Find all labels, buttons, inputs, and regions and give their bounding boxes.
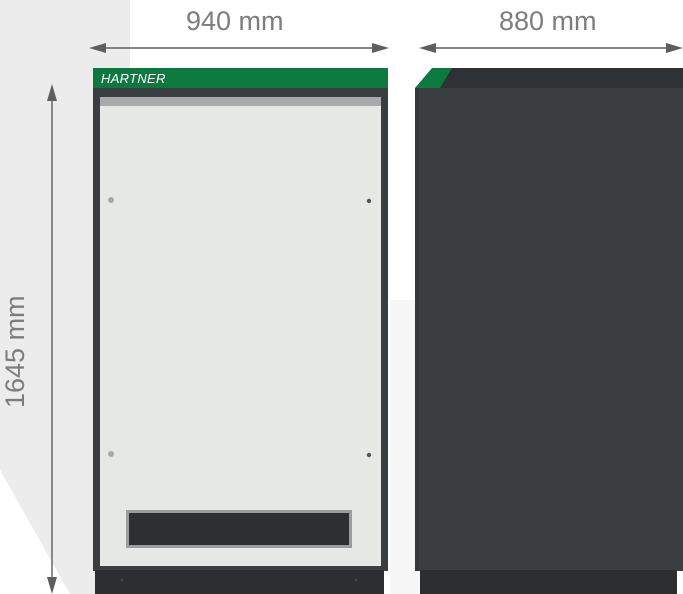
side-cabinet [415, 68, 683, 594]
base-dot-left [120, 578, 124, 582]
front-panel [100, 97, 381, 566]
vent-slot [129, 513, 349, 545]
depth-dimension-label: 880 mm [499, 6, 597, 36]
front-cabinet [93, 68, 388, 594]
screw-top-left [108, 197, 114, 203]
cabinet-diagram [0, 0, 683, 594]
brand-logo-text: HARTNER [101, 71, 166, 86]
side-top-cap [432, 68, 683, 88]
depth-arrow [419, 43, 683, 53]
front-base [95, 570, 384, 594]
width-dimension-label: 940 mm [186, 6, 284, 36]
base-dot-right [354, 578, 358, 582]
screw-top-right [366, 198, 372, 204]
front-panel-top-strip [100, 97, 381, 106]
width-arrow [89, 43, 389, 53]
side-cabinet-edge [415, 88, 419, 571]
screw-bottom-left [108, 451, 114, 457]
height-dimension-label: 1645 mm [0, 295, 30, 408]
side-base [420, 570, 677, 594]
screw-bottom-right [366, 452, 372, 458]
side-cabinet-body [415, 88, 683, 571]
